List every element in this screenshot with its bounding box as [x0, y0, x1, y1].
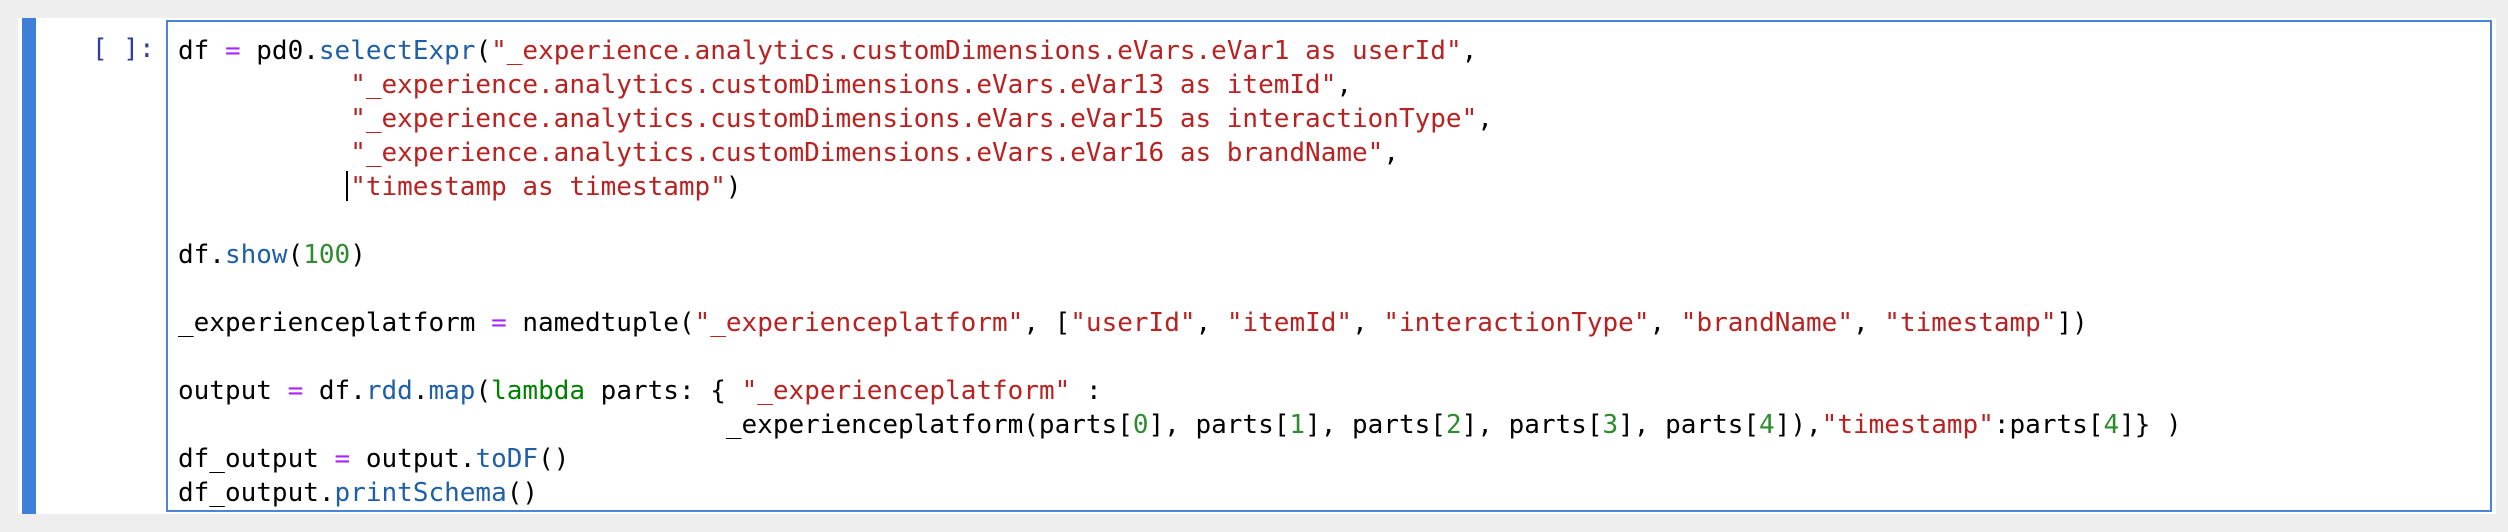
- code-line-9: _experienceplatform = namedtuple("_exper…: [178, 308, 2088, 338]
- code-text[interactable]: df = pd0.selectExpr("_experience.analyti…: [178, 34, 2182, 510]
- code-line-1: df = pd0.selectExpr("_experience.analyti…: [178, 36, 1478, 66]
- code-line-3: "_experience.analytics.customDimensions.…: [350, 104, 1493, 134]
- code-line-4: "_experience.analytics.customDimensions.…: [350, 138, 1399, 168]
- code-line-7: df.show(100): [178, 240, 366, 270]
- cell-selection-bar: [22, 18, 36, 514]
- code-line-5: "timestamp as timestamp"): [178, 170, 2182, 204]
- code-line-14: df_output.printSchema(): [178, 478, 539, 508]
- notebook-code-cell[interactable]: [ ]: df = pd0.selectExpr("_experience.an…: [18, 18, 2496, 514]
- text-cursor: [346, 171, 349, 201]
- code-editor[interactable]: df = pd0.selectExpr("_experience.analyti…: [166, 20, 2492, 512]
- code-line-11: output = df.rdd.map(lambda parts: { "_ex…: [178, 376, 1102, 406]
- code-line-13: df_output = output.toDF(): [178, 444, 570, 474]
- cell-input-prompt: [ ]:: [92, 34, 155, 64]
- code-line-2: "_experience.analytics.customDimensions.…: [350, 70, 1353, 100]
- code-line-12: _experienceplatform(parts[0], parts[1], …: [178, 410, 2182, 440]
